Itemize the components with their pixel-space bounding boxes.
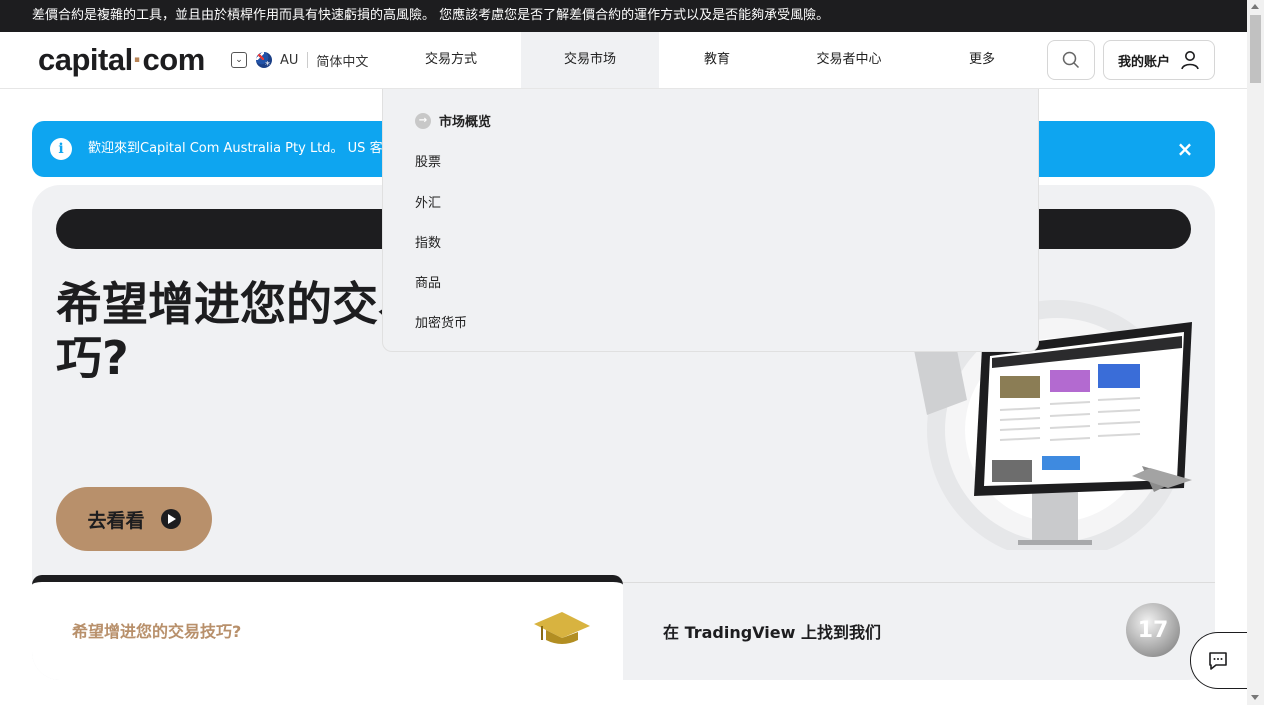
nav-ways-to-trade[interactable]: 交易方式 — [405, 32, 497, 88]
menu-item-commodities[interactable]: 商品 — [415, 272, 441, 291]
logo-text-end: com — [142, 42, 206, 77]
logo-text-main: capital — [38, 42, 133, 77]
tradingview-text: 在 TradingView 上找到我们 — [663, 623, 881, 642]
close-icon[interactable]: × — [1175, 138, 1195, 160]
trading-skills-text: 希望增进您的交易技巧? — [72, 622, 242, 641]
chat-icon — [1209, 651, 1227, 670]
nav-more[interactable]: 更多 — [952, 32, 1012, 88]
tradingview-logo-icon: 17 — [1126, 603, 1180, 657]
nav-education[interactable]: 教育 — [684, 32, 750, 88]
scroll-down-icon[interactable] — [1251, 695, 1259, 700]
australia-flag-icon — [256, 52, 272, 68]
welcome-message: 歡迎來到Capital Com Australia Pty Ltd。 US 客戶 — [88, 141, 396, 156]
scrollbar-thumb[interactable] — [1250, 15, 1261, 83]
capital-com-logo[interactable]: capital·com — [38, 42, 205, 78]
menu-item-stocks[interactable]: 股票 — [415, 151, 441, 170]
graduation-cap-icon — [534, 612, 590, 644]
page-scrollbar[interactable] — [1247, 0, 1264, 705]
divider — [307, 52, 309, 68]
go-see-button[interactable]: 去看看 — [56, 487, 212, 551]
nav-trader-center[interactable]: 交易者中心 — [800, 32, 898, 88]
play-icon — [160, 509, 181, 529]
region-selector[interactable]: ⌄ AU 简体中文 — [231, 49, 368, 71]
search-button[interactable] — [1047, 40, 1095, 80]
site-header: capital·com ⌄ AU 简体中文 交易方式 交易市场 教育 交易者中心… — [0, 32, 1247, 89]
nav-markets[interactable]: 交易市场 — [521, 32, 659, 88]
language-selector[interactable]: 简体中文 — [316, 51, 368, 70]
menu-item-label: 市场概览 — [439, 115, 492, 130]
my-account-button[interactable]: 我的账户 — [1103, 40, 1215, 80]
region-code: AU — [280, 52, 299, 68]
go-see-label: 去看看 — [87, 509, 145, 532]
arrow-right-icon: → — [415, 112, 431, 129]
info-icon: i — [50, 138, 72, 160]
search-icon — [1062, 51, 1080, 69]
chevron-down-icon: ⌄ — [231, 52, 247, 68]
account-label: 我的账户 — [1117, 54, 1170, 70]
chat-button[interactable] — [1190, 632, 1247, 689]
menu-item-market-overview[interactable]: → 市场概览 — [415, 111, 491, 130]
markets-dropdown-menu: → 市场概览 股票 外汇 指数 商品 加密货币 — [382, 89, 1039, 352]
user-icon — [1181, 51, 1199, 70]
logo-dot: · — [132, 42, 143, 77]
scroll-up-icon[interactable] — [1251, 4, 1259, 9]
menu-item-forex[interactable]: 外汇 — [415, 192, 441, 211]
menu-item-indices[interactable]: 指数 — [415, 232, 441, 251]
tradingview-card[interactable]: 在 TradingView 上找到我们 17 — [623, 582, 1215, 680]
trading-skills-card[interactable]: 希望增进您的交易技巧? — [32, 575, 623, 680]
risk-warning-text: 差價合約是複雜的工具，並且由於槓桿作用而具有快速虧損的高風險。 您應該考慮您是否… — [32, 8, 830, 23]
risk-warning-bar: 差價合約是複雜的工具，並且由於槓桿作用而具有快速虧損的高風險。 您應該考慮您是否… — [0, 0, 1247, 32]
menu-item-crypto[interactable]: 加密货币 — [415, 312, 467, 331]
